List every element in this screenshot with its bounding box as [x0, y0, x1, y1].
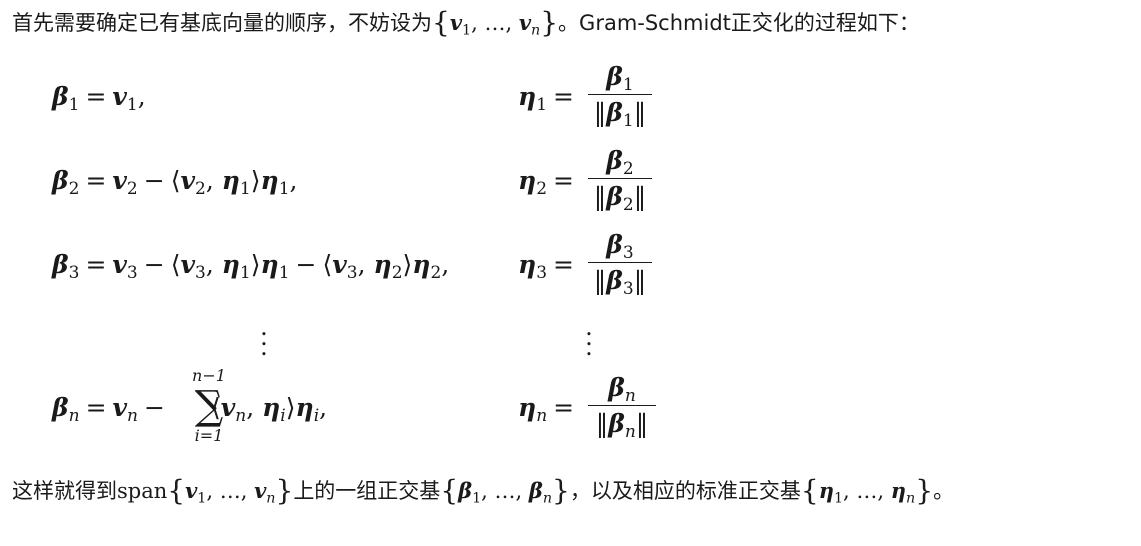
intro-paragraph: 首先需要确定已有基底向量的顺序，不妨设为{v1, …, vn}。Gram-Sch… [12, 6, 920, 39]
intro-suffix: 。Gram-Schmidt正交化的过程如下： [558, 11, 920, 35]
vector-v: v [449, 10, 463, 35]
eq-eta-1-lhs: η1 = [518, 82, 574, 116]
eq-beta-3: β3 = v3− ⟨v3, η1⟩η1− ⟨v3, η2⟩η2, [52, 250, 450, 284]
frac-eta-1: β1 ‖β1‖ [588, 60, 652, 130]
frac-eta-n: βn ‖βn‖ [588, 371, 656, 441]
eq-beta-1: β1 = v1, [52, 82, 146, 116]
span-operator: span [117, 479, 168, 503]
set-close-brace: } [540, 6, 559, 39]
set-open-brace: { [432, 6, 450, 39]
eq-eta-3-lhs: η3 = [518, 250, 574, 284]
eq-beta-2: β2 = v2− ⟨v2, η1⟩η1, [52, 166, 298, 200]
outro-paragraph: 这样就得到span{v1, …, vn}上的一组正交基{β1, …, βn}，以… [12, 474, 955, 507]
intro-text: 首先需要确定已有基底向量的顺序，不妨设为 [12, 11, 432, 35]
eq-eta-n-lhs: ηn = [518, 393, 575, 427]
vdots-left: ... [260, 313, 268, 361]
vdots-right: ... [585, 313, 593, 361]
eq-eta-2-lhs: η2 = [518, 166, 574, 200]
frac-eta-3: β3 ‖β3‖ [588, 228, 652, 298]
frac-eta-2: β2 ‖β2‖ [588, 144, 652, 214]
summation: n−1 ∑ i=1 [192, 366, 226, 445]
